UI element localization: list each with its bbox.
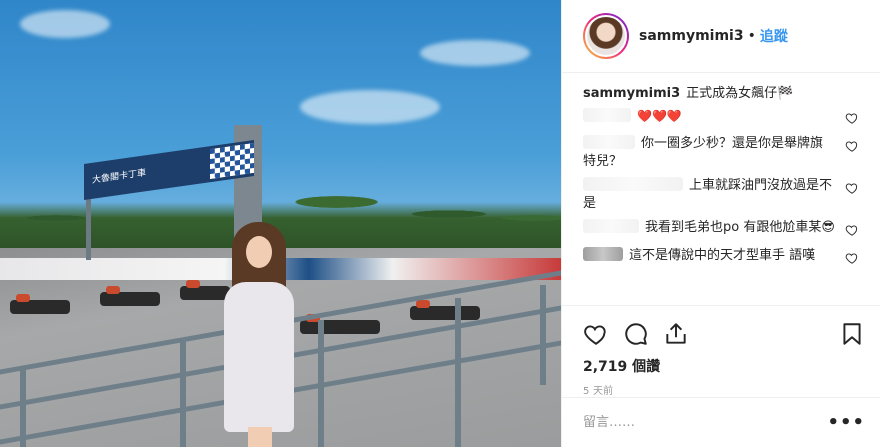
- add-comment-bar: •••: [562, 397, 880, 447]
- follow-button[interactable]: 追蹤: [760, 26, 788, 46]
- rail-post: [318, 320, 324, 447]
- post-photo[interactable]: 大魯閣卡丁車: [0, 0, 561, 447]
- comment-item: 這不是傳說中的天才型車手 語嘆: [583, 247, 865, 269]
- rail-post: [455, 298, 461, 447]
- like-icon[interactable]: [583, 321, 609, 347]
- rail-post: [180, 342, 186, 447]
- like-comment-icon[interactable]: [845, 251, 859, 265]
- like-comment-icon[interactable]: [845, 139, 859, 153]
- checkered-flag: [210, 142, 254, 180]
- post-timestamp[interactable]: 5 天前: [583, 382, 865, 397]
- redacted-username: [583, 219, 639, 233]
- post-header: sammymimi3 • 追蹤: [562, 0, 880, 73]
- post-sidebar: sammymimi3 • 追蹤 sammymimi3 正式成為女飆仔🏁 ❤️❤️❤…: [561, 0, 880, 447]
- header-username[interactable]: sammymimi3: [639, 28, 744, 44]
- like-comment-icon[interactable]: [845, 223, 859, 237]
- likes-count[interactable]: 2,719 個讚: [583, 356, 865, 376]
- comment-text: 這不是傳說中的天才型車手 語嘆: [629, 248, 816, 263]
- like-comment-icon[interactable]: [845, 181, 859, 195]
- comment-input[interactable]: [583, 415, 828, 430]
- legs: [248, 427, 272, 447]
- share-icon[interactable]: [663, 321, 689, 347]
- comment-item: ❤️❤️❤️: [583, 107, 865, 129]
- sweater: [224, 282, 294, 432]
- rail-post: [540, 285, 546, 385]
- instagram-post: 大魯閣卡丁車 sammymimi3 • 追蹤 sammymimi3 正式成為女飆…: [0, 0, 880, 447]
- header-separator: •: [747, 28, 756, 44]
- comment-icon[interactable]: [623, 321, 649, 347]
- action-icons: [583, 314, 865, 354]
- more-options-icon[interactable]: •••: [827, 412, 865, 433]
- like-comment-icon[interactable]: [845, 111, 859, 125]
- post-actions: 2,719 個讚 5 天前: [562, 305, 880, 397]
- comment-text: ❤️❤️❤️: [637, 109, 682, 123]
- redacted-username: [583, 108, 631, 122]
- person: [222, 222, 300, 447]
- avatar-image: [585, 15, 627, 57]
- cloud: [420, 40, 530, 66]
- rail-post: [20, 370, 26, 447]
- comments-list[interactable]: sammymimi3 正式成為女飆仔🏁 ❤️❤️❤️ 你一圈多少秒？還是你是舉牌旗…: [562, 73, 880, 305]
- post-caption: sammymimi3 正式成為女飆仔🏁: [583, 85, 865, 103]
- redacted-username: [583, 247, 623, 261]
- redacted-username: [583, 177, 683, 191]
- caption-username[interactable]: sammymimi3: [583, 86, 680, 101]
- comment-item: 我看到毛弟也po 有跟他尬車某😎: [583, 219, 865, 241]
- comment-item: 你一圈多少秒？還是你是舉牌旗特兒？: [583, 135, 865, 171]
- cloud: [20, 10, 110, 38]
- bookmark-icon[interactable]: [839, 321, 865, 347]
- avatar[interactable]: [583, 13, 629, 59]
- cloud: [300, 90, 440, 124]
- comment-item: 上車就踩油門沒放過是不是: [583, 177, 865, 213]
- face: [246, 236, 272, 268]
- comment-text: 我看到毛弟也po 有跟他尬車某😎: [645, 220, 835, 235]
- banner-text: 大魯閣卡丁車: [92, 168, 147, 186]
- caption-text: 正式成為女飆仔🏁: [686, 86, 794, 101]
- redacted-username: [583, 135, 635, 149]
